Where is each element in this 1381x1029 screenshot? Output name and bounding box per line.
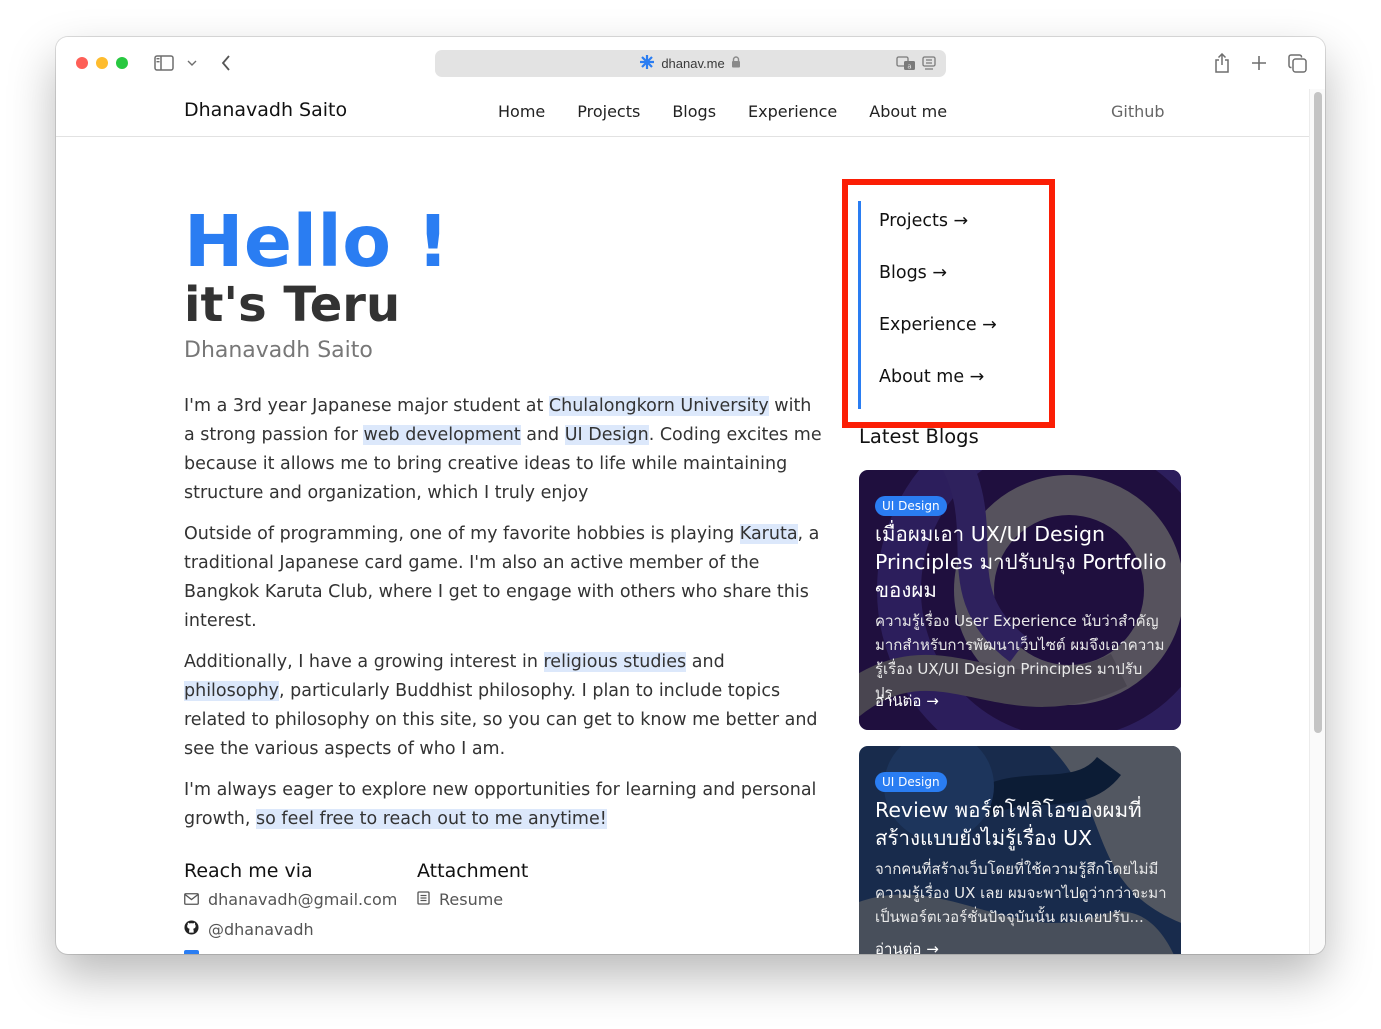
bio-paragraph: I'm always eager to explore new opportun… xyxy=(184,780,817,829)
highlight-philosophy: philosophy xyxy=(184,681,280,701)
latest-blogs-title: Latest Blogs xyxy=(859,425,979,448)
tab-overview-icon[interactable] xyxy=(1287,52,1307,74)
address-bar[interactable]: dhanav.me a xyxy=(435,50,946,77)
github-handle-text: @dhanavadh xyxy=(208,920,314,939)
scrollbar-thumb[interactable] xyxy=(1314,92,1322,733)
document-icon xyxy=(417,890,430,909)
read-more-link[interactable]: อ่านต่อ → xyxy=(875,937,939,954)
highlight-chulalongkorn: Chulalongkorn University xyxy=(548,396,769,416)
resume-link[interactable]: Resume xyxy=(417,890,503,909)
hero-intro: it's Teru xyxy=(184,277,401,333)
close-window-button[interactable] xyxy=(76,57,88,69)
new-tab-icon[interactable] xyxy=(1250,52,1268,74)
blog-card[interactable]: UI Design เมื่อผมเอา UX/UI Design Princi… xyxy=(859,470,1181,730)
chevron-down-icon[interactable] xyxy=(186,52,198,74)
resume-text: Resume xyxy=(439,890,504,909)
sidebar-toggle-icon[interactable] xyxy=(153,52,175,74)
nav-github[interactable]: Github xyxy=(1111,102,1165,121)
browser-window: dhanav.me a Dhanavadh Saito Home Project… xyxy=(56,37,1325,954)
blog-card[interactable]: UI Design Review พอร์ตโฟลิโอของผมที่สร้า… xyxy=(859,746,1181,954)
highlight-religious-studies: religious studies xyxy=(543,652,687,672)
translate-icon[interactable]: a xyxy=(896,55,916,74)
blog-tag[interactable]: UI Design xyxy=(875,496,947,516)
attachment-title: Attachment xyxy=(417,860,529,882)
zoom-window-button[interactable] xyxy=(116,57,128,69)
bio-paragraph: Outside of programming, one of my favori… xyxy=(184,524,820,631)
highlight-ui-design: UI Design xyxy=(564,425,649,445)
github-link[interactable]: @dhanavadh xyxy=(184,920,314,939)
svg-text:a: a xyxy=(907,63,911,71)
blog-title: เมื่อผมเอา UX/UI Design Principles มาปรั… xyxy=(875,522,1167,602)
github-icon xyxy=(184,920,199,939)
site-header: Dhanavadh Saito Home Projects Blogs Expe… xyxy=(56,89,1309,137)
url-text: dhanav.me xyxy=(661,56,725,71)
nav-blogs[interactable]: Blogs xyxy=(672,102,716,121)
lock-icon xyxy=(731,56,741,71)
main-nav: Home Projects Blogs Experience About me xyxy=(498,102,947,121)
email-link[interactable]: dhanavadh@gmail.com xyxy=(184,890,397,909)
mail-icon xyxy=(184,890,199,909)
page-scrollbar[interactable] xyxy=(1309,89,1325,954)
reach-title: Reach me via xyxy=(184,860,313,882)
page-content: Hello ! it's Teru Dhanavadh Saito I'm a … xyxy=(56,137,1309,954)
highlight-web-development: web development xyxy=(363,425,521,445)
linkedin-icon[interactable] xyxy=(184,950,199,954)
nav-projects[interactable]: Projects xyxy=(577,102,640,121)
nav-home[interactable]: Home xyxy=(498,102,545,121)
blog-title: Review พอร์ตโฟลิโอของผมที่สร้างแบบยังไม่… xyxy=(875,798,1142,850)
highlight-annotation-box xyxy=(842,179,1055,428)
site-favicon-icon xyxy=(640,55,655,72)
hero-fullname: Dhanavadh Saito xyxy=(184,338,373,363)
site-brand[interactable]: Dhanavadh Saito xyxy=(184,99,347,121)
blog-tag[interactable]: UI Design xyxy=(875,772,947,792)
bio-paragraph: I'm a 3rd year Japanese major student at… xyxy=(184,396,822,503)
share-icon[interactable] xyxy=(1213,52,1231,74)
nav-experience[interactable]: Experience xyxy=(748,102,837,121)
reader-icon[interactable] xyxy=(922,55,936,74)
blog-description: จากคนที่สร้างเว็บโดยที่ใช้ความรู้สึกโดยไ… xyxy=(875,860,1167,926)
highlight-karuta: Karuta xyxy=(739,524,798,544)
nav-about-me[interactable]: About me xyxy=(869,102,947,121)
bio-section: I'm a 3rd year Japanese major student at… xyxy=(184,392,824,846)
email-text: dhanavadh@gmail.com xyxy=(208,890,398,909)
browser-toolbar: dhanav.me a xyxy=(56,37,1325,89)
hero-greeting: Hello ! xyxy=(184,200,450,283)
bio-paragraph: Additionally, I have a growing interest … xyxy=(184,652,818,759)
read-more-link[interactable]: อ่านต่อ → xyxy=(875,689,939,713)
minimize-window-button[interactable] xyxy=(96,57,108,69)
back-icon[interactable] xyxy=(218,52,234,74)
highlight-reach-out: so feel free to reach out to me anytime! xyxy=(256,809,607,829)
